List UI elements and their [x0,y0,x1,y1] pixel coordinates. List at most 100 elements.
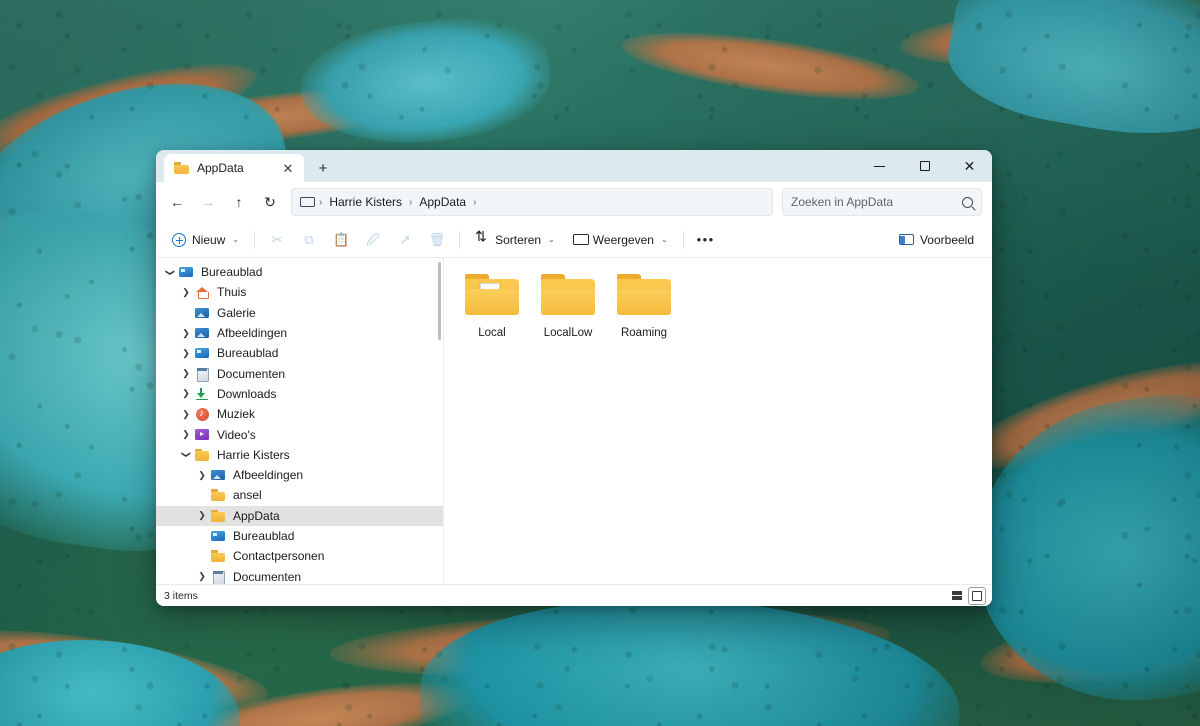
pictures-icon [210,468,226,482]
file-label: LocalLow [543,327,593,339]
sidebar-item-harrie-kisters[interactable]: ❯ Harrie Kisters [156,445,443,465]
sidebar-item-bureaublad[interactable]: ❯Bureaublad [156,526,443,546]
sort-button-label: Sorteren [495,232,542,247]
sidebar-item-bureaublad[interactable]: ❯Bureaublad [156,262,443,282]
new-button-label: Nieuw [192,232,226,247]
sidebar-item-muziek[interactable]: ❯ Muziek [156,404,443,424]
plus-circle-icon [172,232,186,247]
sidebar-item-label: Thuis [217,285,247,300]
chevron-right-icon[interactable]: ❯ [178,409,194,420]
sidebar-item-label: Harrie Kisters [217,447,290,462]
chevron-right-icon[interactable]: ❯ [194,470,210,481]
sidebar-item-bureaublad[interactable]: ❯Bureaublad [156,343,443,363]
sidebar-scrollbar[interactable] [438,262,441,340]
copy-button[interactable]: ⧉ [294,226,324,254]
paste-button[interactable]: 📋 [326,226,356,254]
chevron-right-icon[interactable]: ❯ [178,287,194,298]
chevron-right-icon[interactable]: ❯ [178,429,194,440]
view-button[interactable]: Weergeven ⌄ [565,226,676,254]
new-button[interactable]: Nieuw ⌄ [164,226,247,254]
sidebar-item-afbeeldingen[interactable]: ❯ Afbeeldingen [156,323,443,343]
file-label: Local [478,327,506,339]
cut-button[interactable]: ✂ [262,226,292,254]
preview-button-label: Voorbeeld [919,232,974,247]
folder-front [541,289,595,315]
new-tab-button[interactable]: + [310,155,336,181]
sidebar-item-video-s[interactable]: ❯ Video's [156,424,443,444]
search-box[interactable] [782,188,982,216]
maximize-button[interactable] [902,150,947,182]
chevron-down-icon[interactable]: ❯ [181,447,192,463]
breadcrumb-segment-appdata[interactable]: AppData [415,195,470,209]
folder-icon [465,274,519,319]
file-item[interactable]: LocalLow [530,272,606,340]
sidebar-item-documenten[interactable]: ❯ Documenten [156,363,443,383]
close-window-button[interactable]: ✕ [947,150,992,182]
delete-button[interactable]: 🗑 [422,226,452,254]
back-button[interactable]: ← [162,187,192,217]
sidebar-item-label: Afbeeldingen [233,468,304,483]
chevron-right-icon[interactable]: ❯ [194,510,210,521]
chevron-right-icon[interactable]: ❯ [178,348,194,359]
folder-icon [194,448,210,462]
folder-icon [174,162,189,174]
sidebar-item-documenten[interactable]: ❯ Documenten [156,566,443,584]
breadcrumb-separator: › [409,196,413,208]
minimize-icon [874,165,885,167]
toolbar-divider [459,230,461,249]
breadcrumb-separator[interactable]: › [472,197,477,208]
sidebar-item-label: Documenten [217,366,286,381]
folder-front [617,289,671,315]
refresh-button[interactable]: ↻ [255,187,285,217]
search-input[interactable] [791,195,956,209]
file-item[interactable]: Roaming [606,272,682,340]
breadcrumb-segment-user[interactable]: Harrie Kisters [325,195,406,209]
file-item[interactable]: Local [454,272,530,340]
sidebar-item-downloads[interactable]: ❯ Downloads [156,384,443,404]
breadcrumb-separator: › [319,196,323,208]
sidebar-item-thuis[interactable]: ❯ Thuis [156,282,443,302]
sidebar-item-afbeeldingen[interactable]: ❯ Afbeeldingen [156,465,443,485]
window-controls: ✕ [857,150,992,182]
chevron-right-icon[interactable]: ❯ [178,368,194,379]
large-icons-view-icon [972,590,982,601]
file-explorer-window: AppData ✕ + ✕ ← → ↑ ↻ › Harrie Kisters ›… [156,150,992,606]
sidebar-item-contactpersonen[interactable]: ❯Contactpersonen [156,546,443,566]
forward-button[interactable]: → [193,187,223,217]
share-button[interactable]: ↗ [390,226,420,254]
sort-button[interactable]: Sorteren ⌄ [467,226,563,254]
rename-icon: 🖉 [366,232,380,247]
music-icon [194,406,210,422]
maximize-icon [919,161,930,171]
monitor-icon [300,196,315,208]
chevron-right-icon[interactable]: ❯ [194,571,210,582]
close-tab-icon[interactable]: ✕ [278,158,298,178]
chevron-down-icon[interactable]: ❯ [165,264,176,280]
sidebar-item-ansel[interactable]: ❯ansel [156,485,443,505]
sidebar-item-appdata[interactable]: ❯ AppData [156,505,443,526]
tab-appdata[interactable]: AppData ✕ [164,154,304,182]
up-button[interactable]: ↑ [224,187,254,217]
content-pane[interactable]: Local LocalLow Roaming [444,258,992,584]
breadcrumb[interactable]: › Harrie Kisters › AppData › [291,188,773,216]
documents-icon [210,570,226,584]
command-bar: Nieuw ⌄ ✂ ⧉ 📋 🖉 ↗ 🗑 Sorteren ⌄ Weergeven… [156,222,992,258]
details-view-button[interactable] [948,587,966,605]
more-options-button[interactable]: ••• [691,226,721,254]
search-icon [962,196,973,208]
large-icons-view-button[interactable] [968,586,986,605]
preview-pane-icon [898,234,914,245]
tab-title: AppData [197,161,244,175]
chevron-right-icon[interactable]: ❯ [178,328,194,339]
folder-icon [210,509,226,523]
item-count-label: 3 items [164,589,198,602]
chevron-right-icon[interactable]: ❯ [178,388,194,399]
video-icon [194,428,210,442]
rename-button[interactable]: 🖉 [358,226,388,254]
title-bar: AppData ✕ + ✕ [156,150,992,182]
ellipsis-icon: ••• [696,232,715,247]
sidebar-item-galerie[interactable]: ❯Galerie [156,303,443,323]
preview-button[interactable]: Voorbeeld [891,226,982,254]
minimize-button[interactable] [857,150,902,182]
toolbar-divider [254,230,256,249]
